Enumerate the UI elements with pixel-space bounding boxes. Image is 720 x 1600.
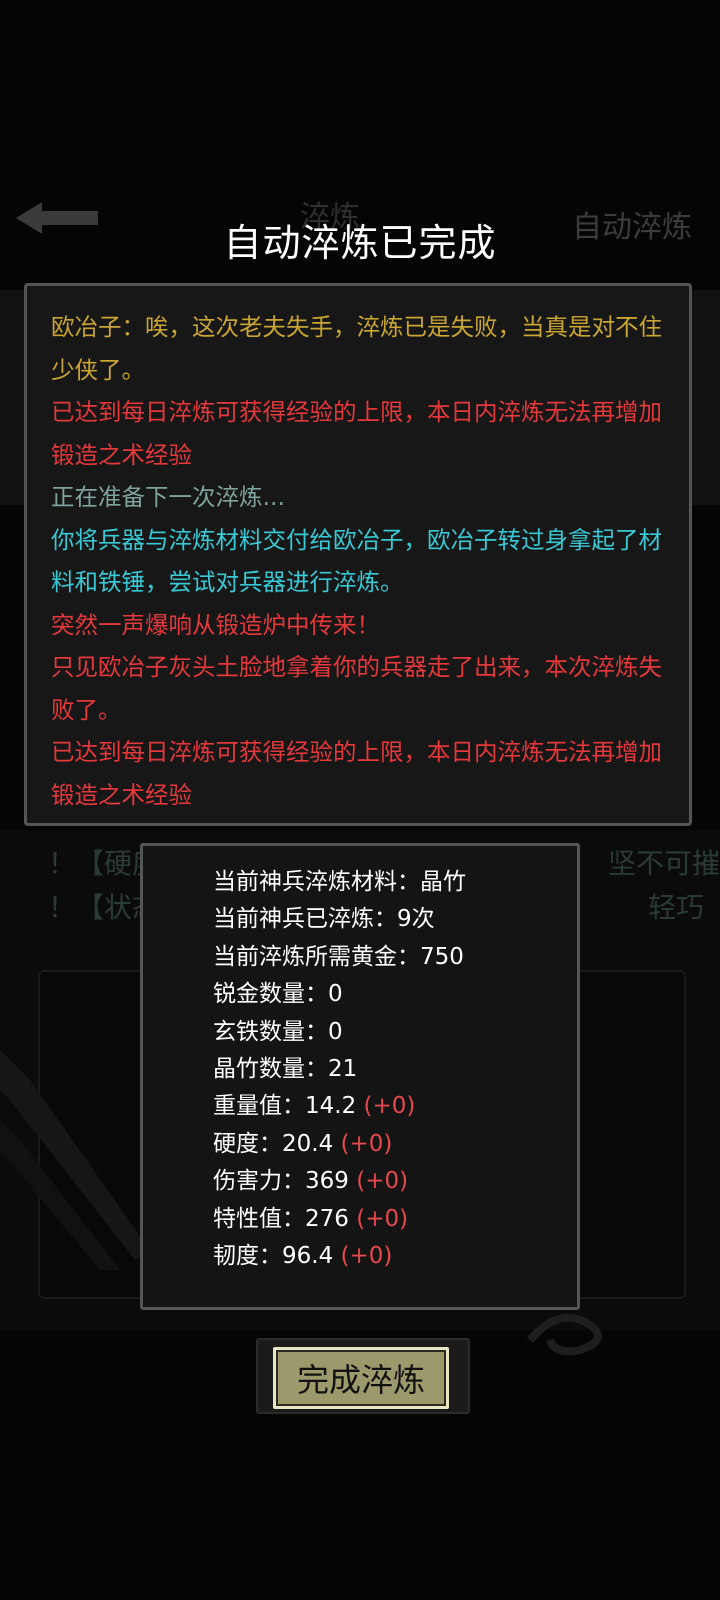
stat-label: 韧度： [213,1243,282,1270]
stat-label: 硬度： [213,1130,282,1157]
stat-delta: (+0) [356,1168,409,1195]
modal-title: 自动淬炼已完成 [223,221,497,265]
log-line: 突然一声爆响从锻造炉中传来！ [51,610,380,639]
stat-row: 锐金数量：0 [213,976,577,1013]
log-line: 正在准备下一次淬炼... [51,483,285,511]
stat-row: 当前神兵淬炼材料：晶竹 [213,864,577,901]
temper-log-panel: 欧冶子：唉，这次老夫失手，淬炼已是失败，当真是对不住少侠了。 已达到每日淬炼可获得… [24,283,692,826]
stat-value: 0 [328,981,343,1008]
stat-row: 当前淬炼所需黄金：750 [213,939,577,976]
stat-value: 750 [420,943,464,970]
log-line: 已达到每日淬炼可获得经验的上限，本日内淬炼无法再增加锻造之术经验 [51,398,662,469]
stat-delta: (+0) [356,1205,409,1232]
stat-value: 20.4 [282,1130,334,1157]
stat-label: 锐金数量： [213,981,328,1008]
stat-value: 9次 [397,906,435,933]
log-line: 你将兵器与淬炼材料交付给欧冶子，欧冶子转过身拿起了材料和铁锤，尝试对兵器进行淬炼… [51,525,662,597]
stat-label: 当前神兵淬炼材料： [213,869,420,895]
stat-delta: (+0) [363,1093,416,1120]
stat-row: 伤害力：369 (+0) [213,1163,577,1200]
stat-label: 伤害力： [213,1168,305,1195]
finish-temper-button[interactable]: 完成淬炼 [273,1347,449,1409]
stat-delta: (+0) [340,1243,393,1270]
stat-delta: (+0) [340,1130,393,1157]
screen: 淬炼 自动淬炼 ！【硬度】 坚不可摧 ！【状态】 轻巧 自动淬炼已完成 欧冶子：唉，… [0,0,720,1600]
stat-value: 276 [305,1205,349,1232]
stat-row: 玄铁数量：0 [213,1014,577,1051]
stat-value: 晶竹 [420,869,466,895]
stat-row: 当前神兵已淬炼：9次 [213,901,577,938]
stat-label: 晶竹数量： [213,1056,328,1083]
stat-label: 当前淬炼所需黄金： [213,943,420,970]
stat-row: 晶竹数量：21 [213,1051,577,1088]
log-line: 欧冶子：唉，这次老夫失手，淬炼已是失败，当真是对不住少侠了。 [51,313,662,384]
stat-row: 硬度：20.4 (+0) [213,1126,577,1163]
weapon-stats-panel: 当前神兵淬炼材料：晶竹 当前神兵已淬炼：9次 当前淬炼所需黄金：750 锐金数量：0 玄… [140,843,580,1310]
stat-label: 玄铁数量： [213,1018,328,1045]
log-line: 已达到每日淬炼可获得经验的上限，本日内淬炼无法再增加锻造之术经验 [51,738,662,809]
stat-row: 重量值：14.2 (+0) [213,1088,577,1125]
log-line: 只见欧冶子灰头土脸地拿着你的兵器走了出来，本次淬炼失败了。 [51,653,662,724]
stat-value: 21 [328,1056,358,1083]
stat-value: 369 [305,1168,349,1195]
stat-label: 重量值： [213,1093,305,1120]
stat-label: 特性值： [213,1205,305,1232]
stat-label: 当前神兵已淬炼： [213,906,397,933]
stat-value: 0 [328,1018,343,1045]
stat-value: 14.2 [305,1093,357,1120]
stat-value: 96.4 [282,1243,334,1270]
stat-row: 韧度：96.4 (+0) [213,1238,577,1275]
stat-row: 特性值：276 (+0) [213,1201,577,1238]
